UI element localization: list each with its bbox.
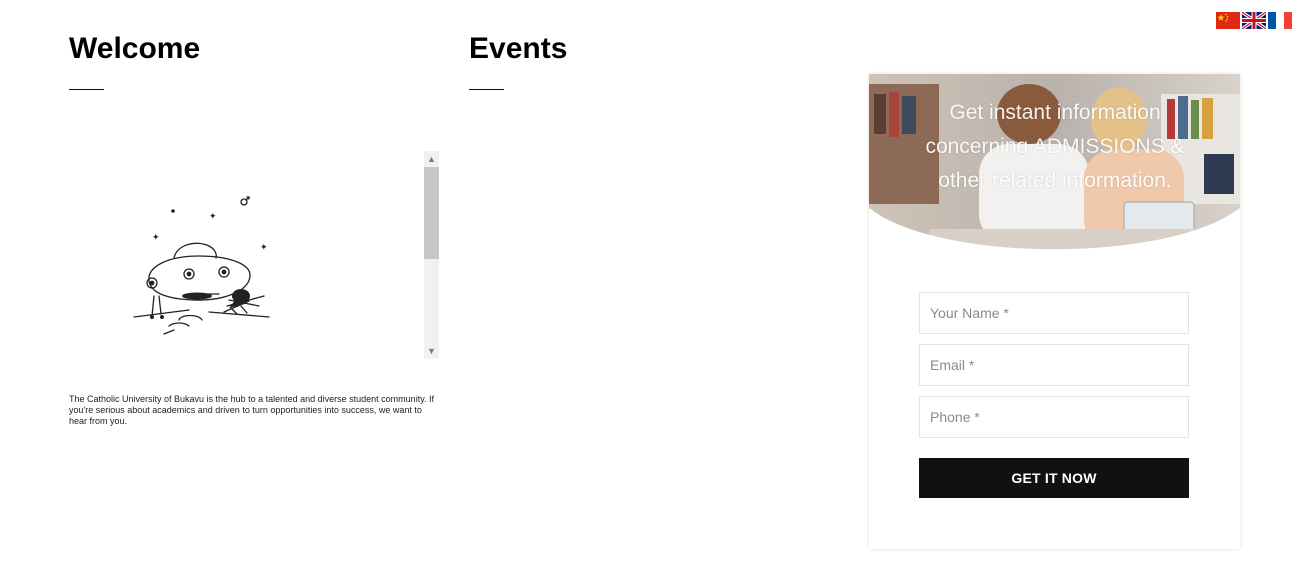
welcome-embed-frame: ✦ ✦ ✦	[69, 151, 439, 359]
svg-text:✦: ✦	[152, 233, 160, 243]
svg-text:✦: ✦	[209, 212, 217, 222]
uk-flag-icon[interactable]	[1242, 12, 1266, 29]
events-title: Events	[469, 32, 568, 65]
scroll-up-icon[interactable]: ▲	[424, 152, 439, 166]
welcome-description: The Catholic University of Bukavu is the…	[69, 394, 435, 426]
hero-banner: Get instant information concerning ADMIS…	[869, 74, 1240, 254]
get-it-now-button[interactable]: GET IT NOW	[919, 458, 1189, 498]
events-title-underline	[469, 89, 504, 90]
language-switcher	[1216, 12, 1292, 29]
welcome-title-underline	[69, 89, 104, 90]
scroll-down-icon[interactable]: ▼	[424, 344, 439, 358]
email-input[interactable]	[919, 344, 1189, 386]
name-input[interactable]	[919, 292, 1189, 334]
china-flag-icon[interactable]	[1216, 12, 1240, 29]
scrollbar-thumb[interactable]	[424, 167, 439, 259]
ufo-illustration: ✦ ✦ ✦	[133, 196, 270, 335]
france-flag-icon[interactable]	[1268, 12, 1292, 29]
admission-form-card: Get instant information concerning ADMIS…	[869, 74, 1240, 549]
welcome-frame-scrollbar[interactable]: ▲ ▼	[424, 151, 439, 359]
welcome-title: Welcome	[69, 32, 201, 65]
form-headline: Get instant information concerning ADMIS…	[925, 101, 1185, 192]
svg-text:✦: ✦	[260, 243, 268, 253]
phone-input[interactable]	[919, 396, 1189, 438]
